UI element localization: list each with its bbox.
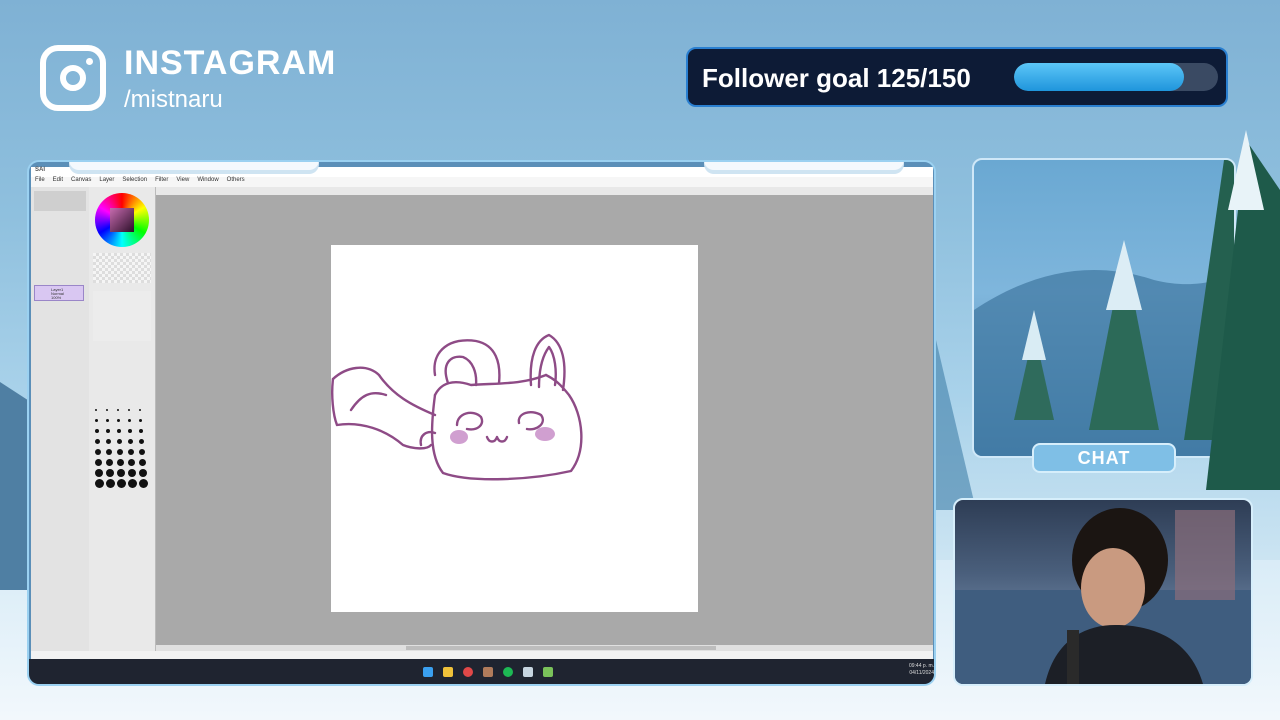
brush-size-dot[interactable] bbox=[117, 469, 125, 477]
webcam-feed bbox=[953, 498, 1253, 686]
snow-cap-right bbox=[704, 162, 904, 170]
drawing-canvas[interactable] bbox=[331, 245, 698, 612]
brush-size-dot[interactable] bbox=[128, 419, 131, 422]
navigator-preview[interactable] bbox=[34, 191, 86, 211]
follower-goal-widget: Follower goal 125/150 bbox=[686, 47, 1228, 107]
taskbar-time: 09:44 p. m. bbox=[908, 663, 934, 669]
spotify-icon[interactable] bbox=[503, 667, 513, 677]
brush-size-dot[interactable] bbox=[139, 479, 148, 488]
menu-bar: File Edit Canvas Layer Selection Filter View Wi… bbox=[31, 177, 933, 187]
brush-size-dot[interactable] bbox=[139, 419, 142, 422]
screen-capture-frame: SAI File Edit Canvas Layer Selection Filter Vi… bbox=[27, 160, 936, 686]
brush-size-dot[interactable] bbox=[128, 459, 135, 466]
brush-size-dot[interactable] bbox=[106, 479, 115, 488]
brush-size-dot[interactable] bbox=[95, 479, 104, 488]
navigator-layer-panel: Layer1 Normal 100% bbox=[31, 187, 90, 659]
follower-goal-progress-bar bbox=[1014, 63, 1218, 91]
canvas-toolbar[interactable] bbox=[156, 187, 933, 195]
brush-size-dot[interactable] bbox=[117, 439, 122, 444]
snow-cap-left bbox=[69, 162, 319, 170]
instagram-icon bbox=[40, 45, 106, 111]
brush-size-dot[interactable] bbox=[95, 449, 101, 455]
taskbar-clock[interactable]: 09:44 p. m. 04/11/2024 bbox=[909, 663, 934, 677]
brush-size-dot[interactable] bbox=[95, 419, 98, 422]
brush-size-dot[interactable] bbox=[117, 419, 120, 422]
brush-size-dot[interactable] bbox=[139, 449, 145, 455]
app-icon-red[interactable] bbox=[463, 667, 473, 677]
color-wheel[interactable] bbox=[95, 193, 149, 247]
steam-icon[interactable] bbox=[523, 667, 533, 677]
menu-item-canvas[interactable]: Canvas bbox=[71, 177, 91, 183]
brush-size-dot[interactable] bbox=[139, 409, 141, 411]
app-name: SAI bbox=[35, 167, 46, 173]
tool-grid[interactable] bbox=[93, 291, 151, 341]
menu-item-edit[interactable]: Edit bbox=[53, 177, 63, 183]
app-icon-brush[interactable] bbox=[483, 667, 493, 677]
brush-size-dot[interactable] bbox=[139, 429, 143, 433]
webcam-person bbox=[955, 508, 1251, 684]
brush-size-dot[interactable] bbox=[117, 449, 123, 455]
brush-size-dot[interactable] bbox=[117, 479, 126, 488]
brush-size-dot[interactable] bbox=[117, 429, 121, 433]
brush-size-dot[interactable] bbox=[106, 419, 109, 422]
brush-size-dot[interactable] bbox=[106, 469, 114, 477]
brush-size-dot[interactable] bbox=[106, 459, 113, 466]
color-tool-panel bbox=[89, 187, 156, 659]
brush-size-dot[interactable] bbox=[139, 459, 146, 466]
brush-size-dot[interactable] bbox=[139, 439, 144, 444]
brush-size-dot[interactable] bbox=[117, 459, 124, 466]
brush-size-dot[interactable] bbox=[128, 479, 137, 488]
brush-size-grid[interactable] bbox=[93, 409, 151, 489]
brush-size-dot[interactable] bbox=[128, 439, 133, 444]
menu-item-file[interactable]: File bbox=[35, 177, 45, 183]
instagram-title: INSTAGRAM bbox=[124, 44, 337, 82]
windows-start-icon[interactable] bbox=[423, 667, 433, 677]
menu-item-view[interactable]: View bbox=[176, 177, 189, 183]
follower-goal-progress-fill bbox=[1014, 63, 1184, 91]
brush-size-dot[interactable] bbox=[106, 429, 110, 433]
layer-opacity: 100% bbox=[51, 295, 62, 300]
canvas-area[interactable] bbox=[156, 195, 933, 645]
layer-item[interactable]: Layer1 Normal 100% bbox=[34, 285, 84, 301]
instagram-handle: /mistnaru bbox=[124, 86, 223, 113]
menu-item-selection[interactable]: Selection bbox=[122, 177, 147, 183]
brush-size-dot[interactable] bbox=[106, 409, 108, 411]
pine-trees-decoration bbox=[936, 130, 1280, 510]
brush-size-dot[interactable] bbox=[128, 469, 136, 477]
brush-size-dot[interactable] bbox=[128, 449, 134, 455]
color-picker-square[interactable] bbox=[110, 208, 134, 232]
brush-size-dot[interactable] bbox=[117, 409, 119, 411]
brush-size-dot[interactable] bbox=[95, 429, 99, 433]
brush-size-dot[interactable] bbox=[128, 409, 130, 411]
brush-size-dot[interactable] bbox=[128, 429, 132, 433]
scrollbar-thumb[interactable] bbox=[406, 646, 716, 650]
brush-size-dot[interactable] bbox=[106, 449, 112, 455]
menu-item-window[interactable]: Window bbox=[197, 177, 218, 183]
brush-size-dot[interactable] bbox=[95, 439, 100, 444]
sketch-drawing bbox=[331, 333, 583, 481]
brush-size-dot[interactable] bbox=[95, 469, 103, 477]
windows-taskbar: 09:44 p. m. 04/11/2024 bbox=[29, 659, 934, 684]
brush-size-dot[interactable] bbox=[106, 439, 111, 444]
menu-item-others[interactable]: Others bbox=[227, 177, 245, 183]
menu-item-filter[interactable]: Filter bbox=[155, 177, 168, 183]
brush-size-dot[interactable] bbox=[95, 459, 102, 466]
file-explorer-icon[interactable] bbox=[443, 667, 453, 677]
brush-size-dot[interactable] bbox=[95, 409, 97, 411]
sai-app-window: SAI File Edit Canvas Layer Selection Filter Vi… bbox=[31, 167, 933, 659]
menu-item-layer[interactable]: Layer bbox=[99, 177, 114, 183]
taskbar-date: 04/11/2024 bbox=[909, 670, 934, 676]
app-statusbar bbox=[31, 651, 933, 659]
brush-size-dot[interactable] bbox=[139, 469, 147, 477]
app-icon-green[interactable] bbox=[543, 667, 553, 677]
color-swatch-grid[interactable] bbox=[93, 253, 151, 283]
follower-goal-label: Follower goal 125/150 bbox=[702, 63, 971, 93]
